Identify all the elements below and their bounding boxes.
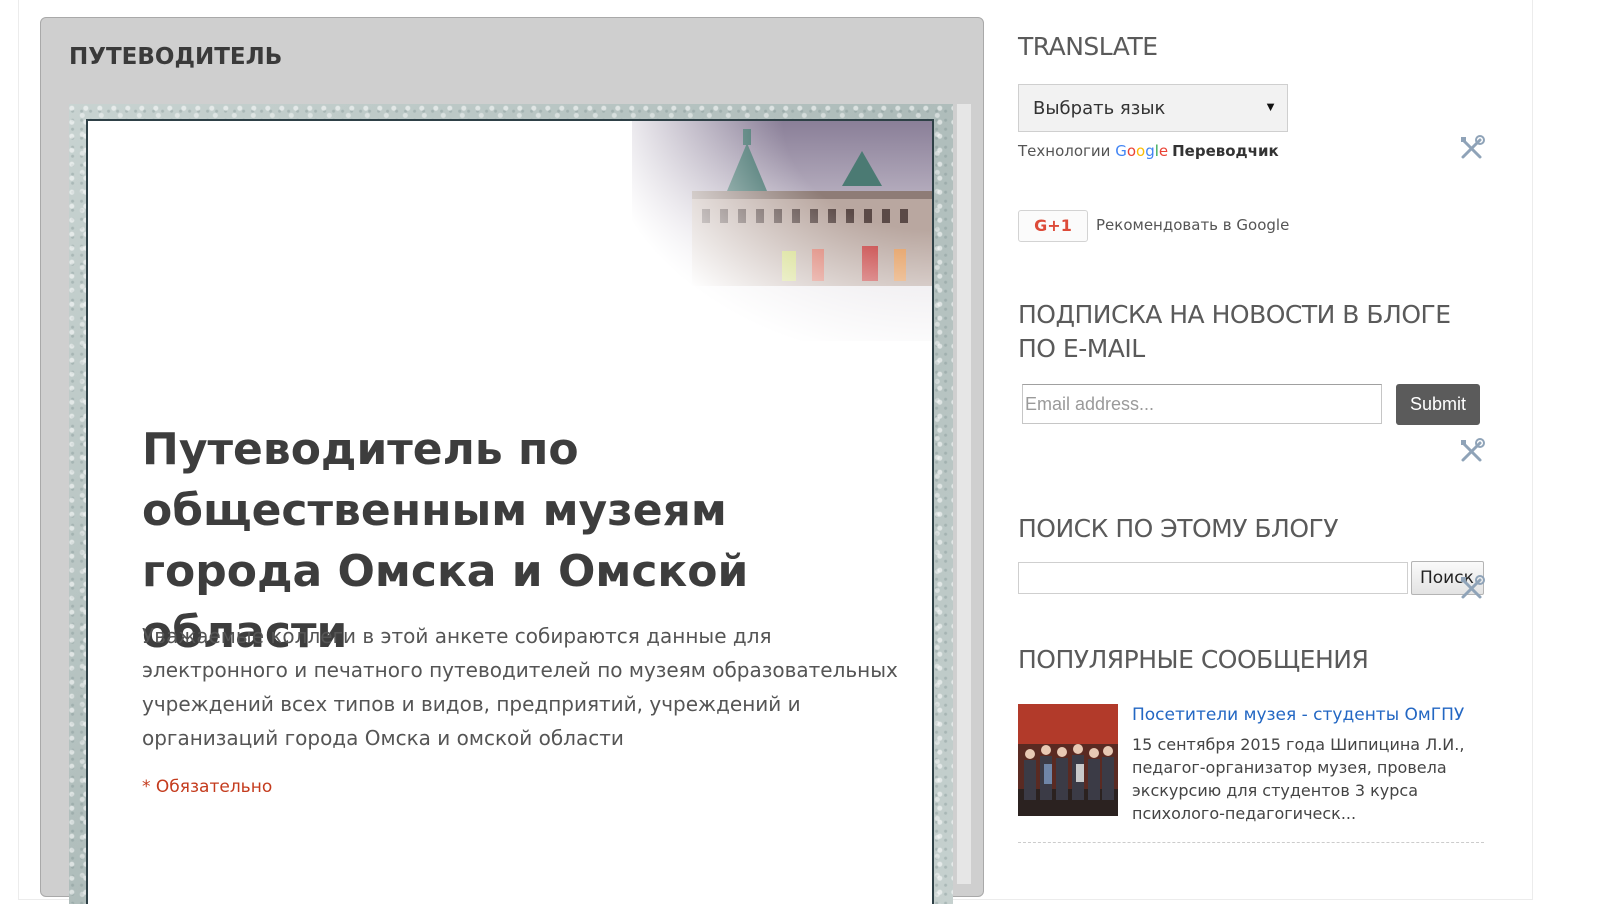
gplus-button[interactable]: G+1 <box>1018 210 1088 242</box>
header-city-image <box>632 121 932 341</box>
search-title: ПОИСК ПО ЭТОМУ БЛОГУ <box>1018 514 1339 543</box>
post-snippet: 15 сентября 2015 года Шипицина Л.И., пед… <box>1132 735 1465 823</box>
translator-link[interactable]: Переводчик <box>1172 142 1279 160</box>
gadget-title: ПУТЕВОДИТЕЛЬ <box>69 44 283 70</box>
powered-prefix: Технологии <box>1018 142 1111 160</box>
post-title-link[interactable]: Посетители музея - студенты ОмГПУ <box>1132 705 1464 725</box>
form-card: Путеводитель по общественным музеям горо… <box>86 119 934 904</box>
popular-posts-title: ПОПУЛЯРНЫЕ СООБЩЕНИЯ <box>1018 645 1369 674</box>
translate-title: TRANSLATE <box>1018 32 1158 61</box>
google-logo: Google <box>1115 142 1169 160</box>
guide-gadget: ПУТЕВОДИТЕЛЬ Путеводитель по общественны… <box>40 17 984 904</box>
dropdown-caret-icon: ▼ <box>1264 99 1277 114</box>
sidebar: TRANSLATE Выбрать язык ▼ Технологии Goog… <box>1018 0 1498 878</box>
submit-button[interactable]: Submit <box>1396 384 1480 425</box>
search-input[interactable] <box>1018 562 1408 594</box>
wrench-screwdriver-icon[interactable] <box>1458 437 1486 465</box>
wrench-screwdriver-icon[interactable] <box>1458 134 1486 162</box>
embed-scrollbar[interactable] <box>956 104 971 884</box>
gplus-label: Рекомендовать в Google <box>1096 216 1290 234</box>
language-select[interactable]: Выбрать язык ▼ <box>1018 84 1288 132</box>
required-note: * Обязательно <box>142 777 273 797</box>
email-input[interactable] <box>1022 384 1382 424</box>
language-select-value: Выбрать язык <box>1033 98 1166 119</box>
subscribe-title: ПОДПИСКА НА НОВОСТИ В БЛОГЕ ПО E-MAIL <box>1018 300 1451 363</box>
form-description: Уважаемые коллеги в этой анкете собирают… <box>142 624 898 750</box>
post-thumbnail[interactable] <box>1018 704 1118 816</box>
powered-by-google: Технологии Google Переводчик <box>1018 142 1279 160</box>
wrench-screwdriver-icon[interactable] <box>1458 574 1486 602</box>
embedded-form-frame[interactable]: Путеводитель по общественным музеям горо… <box>69 104 953 904</box>
post-divider <box>1018 842 1484 843</box>
